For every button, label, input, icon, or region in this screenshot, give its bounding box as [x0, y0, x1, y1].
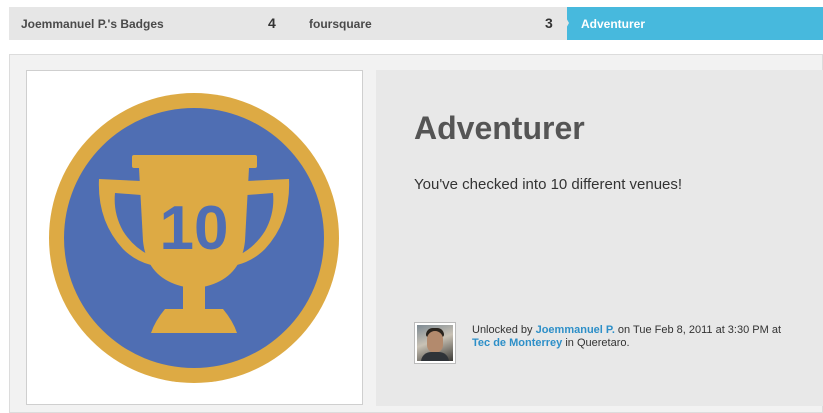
breadcrumb-adventurer-label: Adventurer: [581, 16, 646, 31]
breadcrumb-foursquare[interactable]: foursquare 3: [299, 7, 567, 40]
trophy-badge-icon: 10: [49, 93, 339, 383]
unlock-suffix: in Queretaro.: [562, 337, 630, 349]
unlock-prefix: Unlocked by: [472, 324, 536, 336]
avatar[interactable]: [414, 322, 456, 364]
badge-description: You've checked into 10 different venues!: [414, 176, 683, 193]
breadcrumb-arrow: [560, 7, 569, 39]
badge-image-frame: 10: [26, 70, 363, 405]
badge-info: Adventurer You've checked into 10 differ…: [376, 70, 823, 406]
breadcrumb: Joemmanuel P.'s Badges 4 foursquare 3 Ad…: [9, 7, 823, 40]
unlock-middle: on Tue Feb 8, 2011 at 3:30 PM at: [614, 324, 782, 336]
venue-link[interactable]: Tec de Monterrey: [472, 337, 562, 349]
badge-number: 10: [160, 194, 229, 263]
badge-title: Adventurer: [414, 110, 585, 146]
avatar-photo: [417, 325, 453, 361]
unlock-text: Unlocked by Joemmanuel P. on Tue Feb 8, …: [472, 324, 792, 350]
breadcrumb-foursquare-label: foursquare: [309, 16, 372, 31]
breadcrumb-badges[interactable]: Joemmanuel P.'s Badges 4: [9, 7, 299, 40]
breadcrumb-badges-label: Joemmanuel P.'s Badges: [21, 16, 164, 31]
breadcrumb-arrow: [292, 7, 301, 39]
user-link[interactable]: Joemmanuel P.: [536, 324, 615, 336]
breadcrumb-foursquare-count: 3: [545, 15, 553, 31]
unlock-details: Unlocked by Joemmanuel P. on Tue Feb 8, …: [414, 322, 814, 366]
breadcrumb-badges-count: 4: [268, 15, 276, 31]
breadcrumb-adventurer[interactable]: Adventurer: [567, 7, 823, 40]
badge-panel: 10 Adventurer You've checked into 10 dif…: [9, 54, 823, 413]
